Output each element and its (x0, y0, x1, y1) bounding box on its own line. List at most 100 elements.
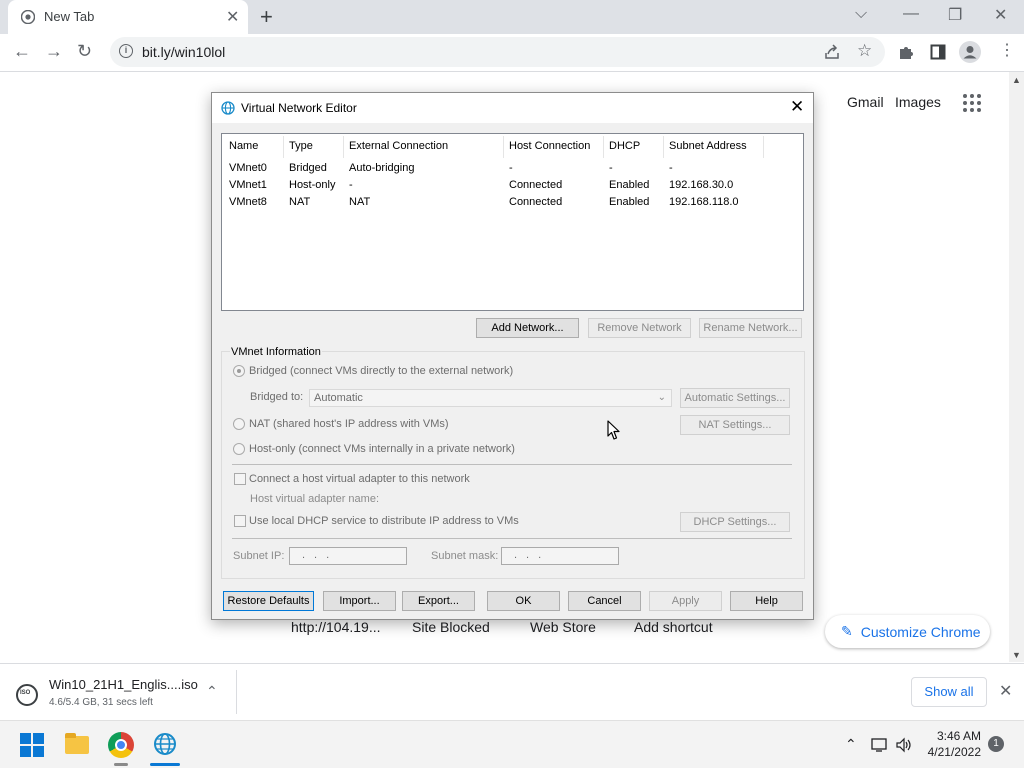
nat-settings-button[interactable]: NAT Settings... (680, 415, 790, 435)
virtual-network-editor-dialog: Virtual Network Editor ✕ Name Type Exter… (211, 92, 814, 620)
display-icon[interactable] (871, 737, 889, 753)
scroll-down-icon[interactable]: ▼ (1012, 650, 1021, 660)
column-divider[interactable] (283, 136, 284, 158)
info-icon[interactable]: i (119, 44, 133, 58)
download-filename[interactable]: Win10_21H1_Englis....iso (49, 677, 198, 692)
shortcut-tile[interactable]: Web Store (530, 619, 596, 635)
vmware-network-icon[interactable] (152, 731, 178, 757)
cell-subnet: 192.168.30.0 (669, 179, 734, 191)
add-shortcut-tile[interactable]: Add shortcut (634, 619, 713, 635)
cell-host: Connected (509, 179, 563, 191)
menu-icon[interactable]: ⋮ (999, 40, 1015, 60)
cell-type: Host-only (289, 179, 336, 191)
nat-label[interactable]: NAT (shared host's IP address with VMs) (249, 418, 449, 430)
host-only-radio[interactable] (233, 443, 245, 455)
dhcp-checkbox[interactable] (234, 515, 246, 527)
file-explorer-icon[interactable] (65, 733, 89, 754)
chrome-tab-icon (21, 10, 35, 24)
windows-start-icon[interactable] (20, 733, 44, 757)
column-header-type[interactable]: Type (289, 140, 313, 152)
volume-icon[interactable] (895, 737, 913, 753)
column-divider[interactable] (503, 136, 504, 158)
tab-new-tab[interactable]: New Tab ✕ (8, 0, 248, 34)
back-icon[interactable]: ← (13, 41, 31, 62)
shortcut-tile[interactable]: http://104.19... (291, 619, 381, 635)
clock-date: 4/21/2022 (927, 745, 981, 759)
restore-defaults-button[interactable]: Restore Defaults (223, 591, 314, 611)
connect-adapter-label[interactable]: Connect a host virtual adapter to this n… (249, 473, 470, 485)
add-network-button[interactable]: Add Network... (476, 318, 579, 338)
extensions-icon[interactable] (898, 44, 914, 60)
import-button[interactable]: Import... (323, 591, 396, 611)
column-header-dhcp[interactable]: DHCP (609, 140, 640, 152)
export-button[interactable]: Export... (402, 591, 475, 611)
rename-network-button[interactable]: Rename Network... (699, 318, 802, 338)
dhcp-label[interactable]: Use local DHCP service to distribute IP … (249, 515, 519, 527)
column-divider[interactable] (343, 136, 344, 158)
images-link[interactable]: Images (895, 94, 941, 110)
chevron-down-icon: ⌄ (657, 392, 666, 403)
clock[interactable]: 3:46 AM 4/21/2022 (921, 728, 981, 760)
window-close-button[interactable]: ✕ (994, 5, 1007, 25)
share-icon[interactable] (824, 44, 840, 60)
restore-button[interactable]: ❐ (948, 5, 962, 25)
gmail-link[interactable]: Gmail (847, 94, 884, 110)
column-header-subnet-address[interactable]: Subnet Address (669, 140, 747, 152)
column-header-external-connection[interactable]: External Connection (349, 140, 448, 152)
column-header-host-connection[interactable]: Host Connection (509, 140, 590, 152)
column-divider[interactable] (763, 136, 764, 158)
new-tab-button[interactable]: + (260, 4, 273, 30)
browser-toolbar: ← → ↻ i bit.ly/win10lol ☆ ⋮ (0, 34, 1024, 72)
automatic-settings-button[interactable]: Automatic Settings... (680, 388, 790, 408)
network-list[interactable]: Name Type External Connection Host Conne… (221, 133, 804, 311)
scroll-up-icon[interactable]: ▲ (1012, 75, 1021, 85)
minimize-button[interactable]: — (903, 5, 919, 23)
apps-grid-icon[interactable] (963, 94, 981, 112)
vmnet-information-title: VMnet Information (230, 346, 322, 358)
bridged-to-select[interactable]: Automatic ⌄ (309, 389, 672, 407)
forward-icon[interactable]: → (45, 41, 63, 62)
address-bar[interactable]: i bit.ly/win10lol ☆ (110, 37, 885, 67)
dialog-close-icon[interactable]: ✕ (790, 97, 804, 117)
url-text[interactable]: bit.ly/win10lol (142, 44, 225, 60)
reload-icon[interactable]: ↻ (77, 41, 92, 62)
help-button[interactable]: Help (730, 591, 803, 611)
customize-chrome-button[interactable]: ✎ Customize Chrome (825, 615, 990, 648)
dhcp-settings-button[interactable]: DHCP Settings... (680, 512, 790, 532)
chrome-icon[interactable] (108, 732, 134, 758)
column-header-name[interactable]: Name (229, 140, 258, 152)
shelf-close-icon[interactable]: ✕ (999, 681, 1012, 701)
nat-radio[interactable] (233, 418, 245, 430)
tab-close-icon[interactable]: ✕ (226, 7, 239, 27)
sidepanel-icon[interactable] (930, 44, 946, 60)
tab-title: New Tab (44, 9, 95, 24)
divider (236, 670, 237, 714)
subnet-ip-field[interactable]: ... (289, 547, 407, 565)
cell-host: - (509, 162, 513, 174)
notification-badge[interactable]: 1 (988, 736, 1004, 752)
download-options-icon[interactable]: ⌃ (206, 683, 218, 700)
page-scrollbar[interactable]: ▲ ▼ (1009, 72, 1024, 662)
cancel-button[interactable]: Cancel (568, 591, 641, 611)
ok-button[interactable]: OK (487, 591, 560, 611)
apply-button[interactable]: Apply (649, 591, 722, 611)
cell-external: NAT (349, 196, 371, 208)
connect-adapter-checkbox[interactable] (234, 473, 246, 485)
remove-network-button[interactable]: Remove Network (588, 318, 691, 338)
bridged-radio[interactable] (233, 365, 245, 377)
column-divider[interactable] (663, 136, 664, 158)
subnet-mask-field[interactable]: ... (501, 547, 619, 565)
bridged-label[interactable]: Bridged (connect VMs directly to the ext… (249, 365, 513, 377)
column-divider[interactable] (603, 136, 604, 158)
host-only-label[interactable]: Host-only (connect VMs internally in a p… (249, 443, 515, 455)
tab-search-icon[interactable]: ⌵ (855, 5, 867, 23)
shortcut-tile[interactable]: Site Blocked (412, 619, 490, 635)
show-all-button[interactable]: Show all (911, 677, 987, 707)
tab-strip: New Tab ✕ + ⌵ — ❐ ✕ (0, 0, 1024, 34)
dialog-titlebar[interactable]: Virtual Network Editor ✕ (212, 93, 813, 123)
cell-type: Bridged (289, 162, 327, 174)
profile-icon[interactable] (959, 41, 981, 63)
cell-subnet: - (669, 162, 673, 174)
star-icon[interactable]: ☆ (857, 41, 872, 61)
tray-overflow-icon[interactable]: ⌃ (845, 736, 857, 753)
